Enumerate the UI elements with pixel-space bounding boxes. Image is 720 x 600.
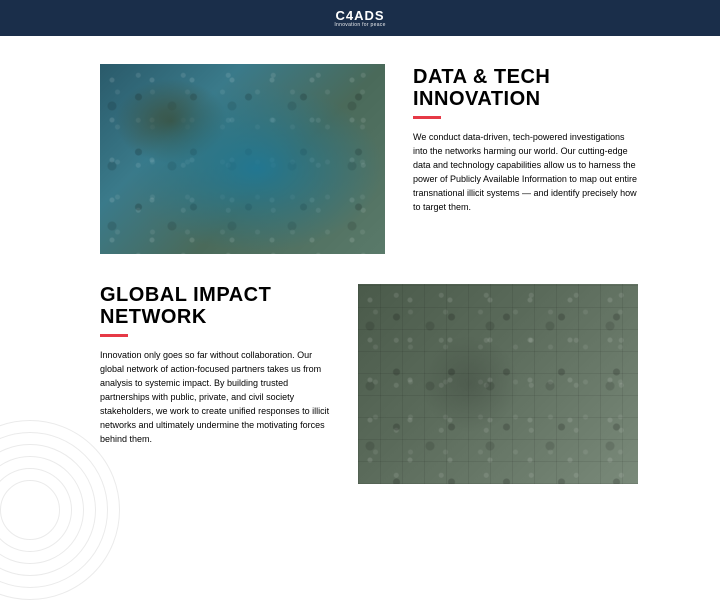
heading-underline-accent — [413, 116, 441, 119]
section-global-impact: GLOBAL IMPACT NETWORK Innovation only go… — [100, 284, 660, 484]
satellite-image-1 — [100, 64, 385, 254]
main-content: DATA & TECH INNOVATION We conduct data-d… — [0, 36, 720, 484]
section-1-body: We conduct data-driven, tech-powered inv… — [413, 131, 638, 215]
logo-text: C4ADS — [334, 9, 385, 22]
section-2-heading: GLOBAL IMPACT NETWORK — [100, 284, 330, 328]
section-2-text: GLOBAL IMPACT NETWORK Innovation only go… — [100, 284, 330, 447]
section-2-body: Innovation only goes so far without coll… — [100, 349, 330, 447]
top-nav-bar: C4ADS Innovation for peace — [0, 0, 720, 36]
section-1-heading: DATA & TECH INNOVATION — [413, 66, 638, 110]
satellite-image-2 — [358, 284, 638, 484]
brand-logo[interactable]: C4ADS Innovation for peace — [334, 9, 385, 28]
logo-tagline: Innovation for peace — [334, 23, 385, 28]
section-1-text: DATA & TECH INNOVATION We conduct data-d… — [413, 64, 638, 215]
section-data-tech: DATA & TECH INNOVATION We conduct data-d… — [100, 64, 660, 254]
heading-underline-accent — [100, 334, 128, 337]
